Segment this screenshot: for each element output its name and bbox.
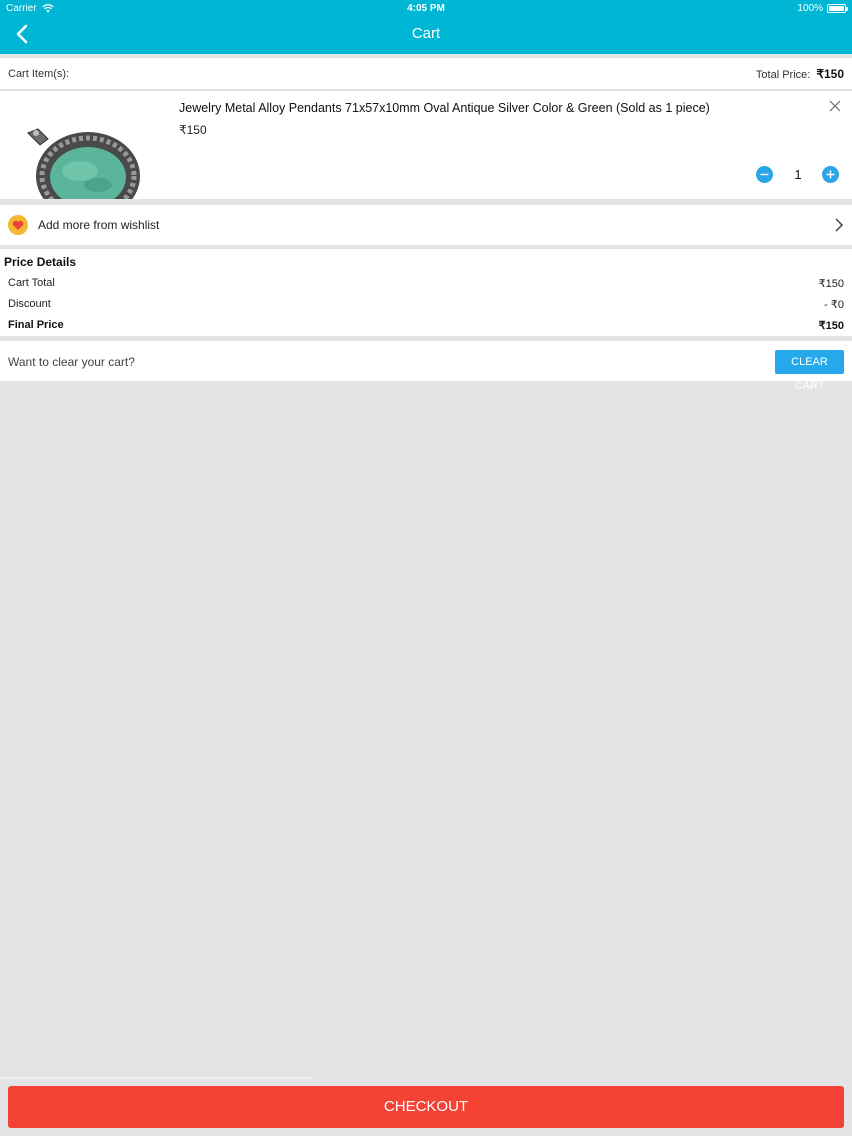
product-price: ₹150 bbox=[179, 123, 207, 137]
cart-total-label: Cart Total bbox=[8, 277, 55, 289]
battery-icon bbox=[827, 4, 848, 13]
checkout-button[interactable]: CHECKOUT bbox=[8, 1086, 844, 1128]
cart-total-value: ₹150 bbox=[818, 278, 844, 290]
wishlist-label: Add more from wishlist bbox=[38, 218, 160, 232]
heart-icon bbox=[8, 215, 28, 235]
close-icon[interactable] bbox=[828, 99, 842, 113]
chevron-right-icon bbox=[835, 218, 844, 232]
quantity-value: 1 bbox=[794, 167, 802, 182]
clear-cart-prompt: Want to clear your cart? bbox=[8, 355, 135, 369]
product-image[interactable] bbox=[20, 121, 160, 199]
final-price-row: Final Price ₹150 bbox=[8, 319, 844, 332]
minus-icon[interactable] bbox=[756, 166, 773, 183]
product-title[interactable]: Jewelry Metal Alloy Pendants 71x57x10mm … bbox=[179, 101, 710, 115]
final-price-label: Final Price bbox=[8, 319, 64, 331]
status-time: 4:05 PM bbox=[407, 3, 445, 14]
status-bar: Carrier 4:05 PM 100% bbox=[0, 0, 852, 17]
total-price-label: Total Price: bbox=[755, 69, 811, 81]
clear-cart-row: Want to clear your cart? CLEAR CART bbox=[0, 341, 852, 392]
discount-value: - ₹0 bbox=[824, 299, 844, 311]
plus-icon[interactable] bbox=[822, 166, 839, 183]
battery-percent: 100% bbox=[797, 3, 823, 14]
cart-total-row: Cart Total ₹150 bbox=[8, 277, 844, 290]
cart-item: Jewelry Metal Alloy Pendants 71x57x10mm … bbox=[0, 91, 852, 199]
total-price-value: ₹150 bbox=[816, 67, 844, 81]
price-details-title: Price Details bbox=[4, 255, 77, 269]
final-price-value: ₹150 bbox=[818, 320, 844, 332]
price-details: Price Details Cart Total ₹150 Discount -… bbox=[0, 249, 852, 336]
page-title: Cart bbox=[411, 25, 441, 42]
clear-cart-button[interactable]: CLEAR CART bbox=[775, 350, 844, 392]
cart-items-label: Cart Item(s): bbox=[8, 68, 70, 80]
discount-row: Discount - ₹0 bbox=[8, 298, 844, 311]
footer-divider bbox=[0, 1077, 312, 1079]
nav-bar: Carrier 4:05 PM 100% Cart bbox=[0, 0, 852, 54]
discount-label: Discount bbox=[8, 298, 51, 310]
cart-summary: Cart Item(s): Total Price: ₹150 bbox=[0, 58, 852, 90]
add-from-wishlist-row[interactable]: Add more from wishlist bbox=[0, 205, 852, 245]
